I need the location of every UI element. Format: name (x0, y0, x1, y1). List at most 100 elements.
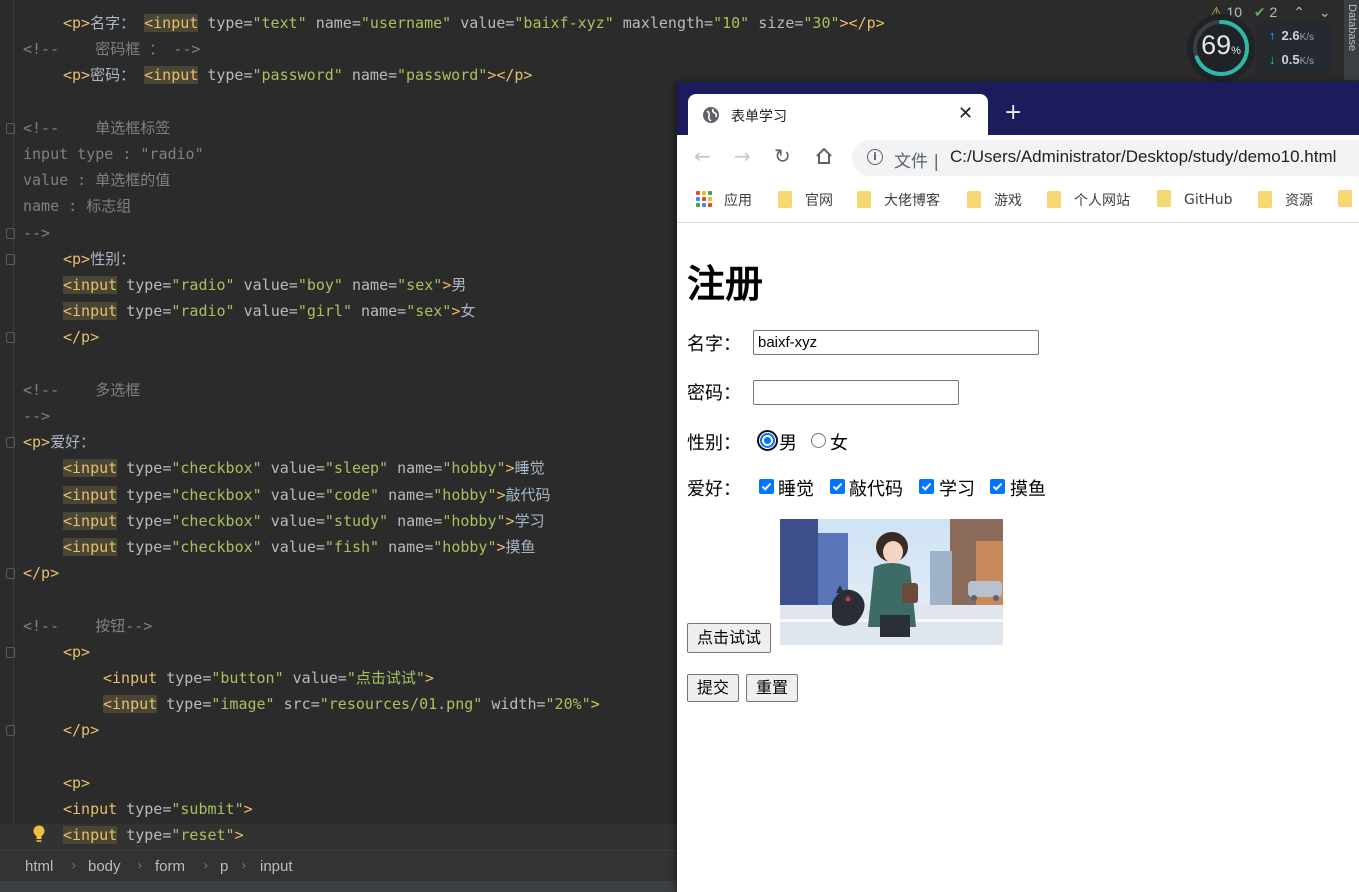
back-icon[interactable]: ← (694, 144, 711, 168)
bookmark-games[interactable]: 游戏 (967, 190, 1022, 210)
system-monitor-widget: 69% ↑ 2.6K/s ↓ 0.5K/s (1187, 14, 1337, 82)
code-line[interactable]: <p> (63, 639, 90, 665)
reload-icon[interactable]: ↻ (774, 144, 791, 168)
breadcrumb-item-form[interactable]: form (155, 858, 185, 875)
code-line[interactable]: <input type="radio" value="boy" name="se… (63, 272, 466, 298)
code-line[interactable]: </p> (63, 324, 99, 350)
browser-toolbar: ← → ↻ i 文件 | C:/Users/Administrator/Desk… (677, 135, 1359, 180)
code-line[interactable]: <!-- 按钮--> (23, 613, 152, 639)
apps-grid-icon[interactable] (696, 191, 714, 209)
code-line[interactable]: <p>爱好： (23, 429, 95, 455)
folder-icon (1258, 191, 1272, 208)
username-input[interactable] (753, 330, 1039, 355)
code-line[interactable]: <input type="checkbox" value="fish" name… (63, 534, 536, 560)
image-input-button[interactable] (780, 519, 1003, 645)
info-icon[interactable]: i (867, 149, 883, 165)
folder-icon (1047, 191, 1061, 208)
code-line[interactable]: <p>性别： (63, 246, 135, 272)
hobby-label: 爱好： (687, 479, 741, 500)
breadcrumb-item-input[interactable]: input (260, 858, 293, 875)
code-line[interactable]: <input type="checkbox" value="study" nam… (63, 508, 545, 534)
code-line[interactable]: <p>名字： <input type="text" name="username… (63, 10, 885, 36)
address-bar[interactable]: i 文件 | C:/Users/Administrator/Desktop/st… (852, 140, 1359, 176)
code-line[interactable]: <input type="reset"> (63, 822, 244, 848)
checkbox-study-label: 学习 (939, 479, 975, 500)
fold-marker-icon[interactable] (6, 725, 15, 737)
radio-girl[interactable] (811, 433, 826, 448)
home-icon[interactable] (815, 147, 833, 165)
apps-grid-dot (696, 203, 700, 207)
new-tab-icon[interactable]: + (1004, 100, 1022, 125)
code-line[interactable]: <!-- 单选框标签 (23, 115, 170, 141)
fold-marker-icon[interactable] (6, 122, 15, 134)
fold-marker-icon[interactable] (6, 227, 15, 239)
try-click-button[interactable]: 点击试试 (687, 623, 772, 653)
apps-grid-dot (702, 191, 706, 195)
download-speed: ↓ 0.5K/s (1269, 52, 1315, 67)
tab-active[interactable]: 表单学习 ✕ (688, 94, 988, 135)
code-line[interactable]: input type : "radio" (23, 141, 204, 167)
status-bar (0, 881, 677, 892)
bookmark-resources[interactable]: 资源 (1258, 190, 1313, 210)
code-line[interactable]: <input type="button" value="点击试试"> (103, 665, 434, 691)
code-line[interactable]: <!-- 密码框 ： --> (23, 36, 200, 62)
breadcrumb-item-p[interactable]: p (220, 858, 228, 875)
code-line[interactable]: <p>密码： <input type="password" name="pass… (63, 62, 532, 88)
tab-strip: 表单学习 ✕ + (677, 82, 1359, 135)
forward-icon[interactable]: → (734, 144, 751, 168)
url-text[interactable]: C:/Users/Administrator/Desktop/study/dem… (950, 147, 1336, 167)
code-line[interactable]: <input type="image" src="resources/01.pn… (103, 691, 600, 717)
code-line[interactable]: value : 单选框的值 (23, 167, 170, 193)
breadcrumb-item-body[interactable]: body (88, 858, 121, 875)
bookmark-official[interactable]: 官网 (778, 190, 833, 210)
checkbox-code[interactable] (830, 479, 845, 494)
url-scheme-label: 文件 | (894, 152, 940, 172)
breadcrumb-item-html[interactable]: html (25, 858, 53, 875)
code-line[interactable]: name : 标志组 (23, 193, 131, 219)
globe-icon (703, 107, 719, 123)
breadcrumb: html › body › form › p › input (0, 850, 677, 881)
code-line[interactable]: <input type="radio" value="girl" name="s… (63, 298, 475, 324)
checkbox-study[interactable] (919, 479, 934, 494)
upload-arrow-icon: ↑ (1269, 28, 1276, 43)
bookmark-apps[interactable]: 应用 (724, 190, 752, 210)
browser-window: 表单学习 ✕ + ← → ↻ i 文件 | C:/Users/Administr… (677, 82, 1359, 892)
network-speed-box: ↑ 2.6K/s ↓ 0.5K/s (1257, 20, 1333, 74)
bookmarks-bar: 应用 官网 大佬博客 游戏 个人网站 GitHub 资源 (677, 180, 1359, 223)
fold-marker-icon[interactable] (6, 568, 15, 580)
bookmark-github[interactable]: GitHub (1157, 190, 1233, 210)
radio-boy[interactable] (760, 433, 775, 448)
code-line[interactable]: </p> (23, 560, 59, 586)
breadcrumb-separator-icon: › (241, 858, 247, 874)
fold-marker-icon[interactable] (6, 646, 15, 658)
apps-grid-dot (702, 197, 706, 201)
lightbulb-icon[interactable] (33, 825, 45, 843)
checkbox-sleep-label: 睡觉 (778, 479, 814, 500)
password-input[interactable] (753, 380, 959, 405)
download-arrow-icon: ↓ (1269, 52, 1276, 67)
tab-close-icon[interactable]: ✕ (958, 103, 973, 124)
code-line[interactable]: --> (23, 403, 50, 429)
folder-icon (967, 191, 981, 208)
radio-girl-label: 女 (830, 433, 848, 454)
apps-grid-dot (708, 203, 712, 207)
code-line[interactable]: <p> (63, 770, 90, 796)
fold-marker-icon[interactable] (6, 332, 15, 344)
code-line[interactable]: <input type="checkbox" value="sleep" nam… (63, 455, 545, 481)
checkbox-fish[interactable] (990, 479, 1005, 494)
code-line[interactable]: <input type="checkbox" value="code" name… (63, 482, 551, 508)
fold-marker-icon[interactable] (6, 253, 15, 265)
checkbox-sleep[interactable] (759, 479, 774, 494)
fold-marker-icon[interactable] (6, 437, 15, 449)
code-line[interactable]: --> (23, 220, 50, 246)
database-sidebar-tab[interactable]: Database (1344, 0, 1359, 80)
submit-button[interactable]: 提交 (687, 674, 740, 702)
name-label: 名字： (687, 334, 741, 355)
code-line[interactable]: </p> (63, 717, 99, 743)
code-line[interactable]: <input type="submit"> (63, 796, 253, 822)
reset-button[interactable]: 重置 (746, 674, 799, 702)
code-line[interactable]: <!-- 多选框 (23, 377, 140, 403)
bookmark-blog[interactable]: 大佬博客 (857, 190, 940, 210)
bookmark-overflow[interactable] (1338, 190, 1359, 210)
bookmark-personal-site[interactable]: 个人网站 (1047, 190, 1130, 210)
